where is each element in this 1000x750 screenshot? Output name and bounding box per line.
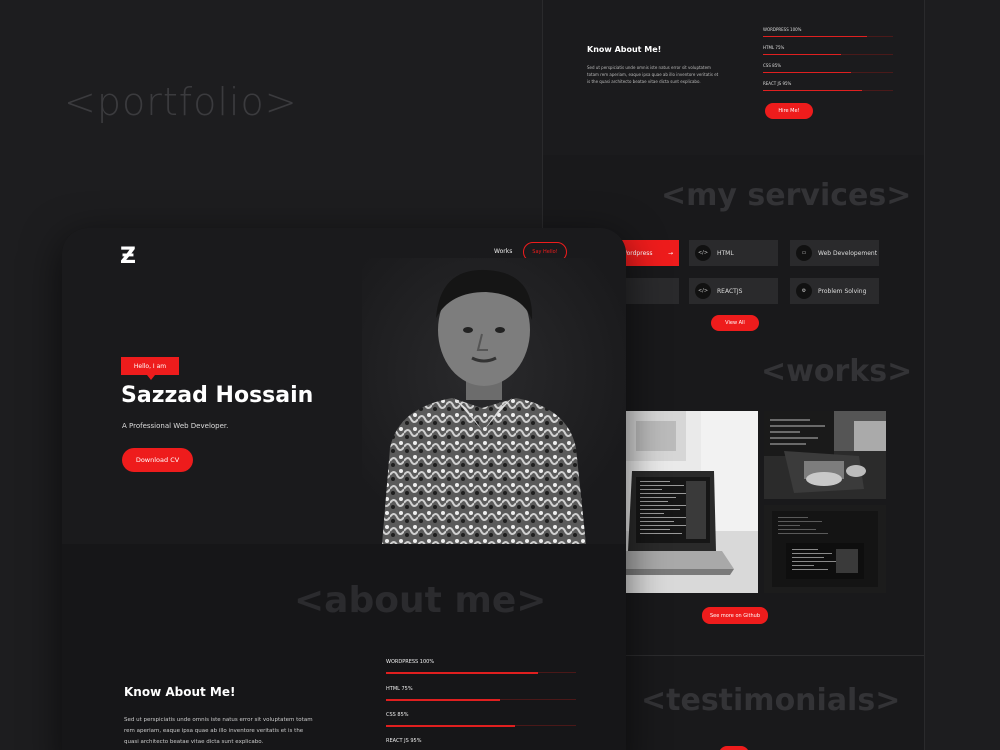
service-item-web-development[interactable]: ▭ Web Developement (790, 240, 879, 266)
skill-css: CSS 85% (386, 712, 576, 727)
testimonials-bg-title: <testimonials> (641, 683, 901, 718)
right-about-text: Sed ut perspiciatis unde omnis iste natu… (587, 65, 719, 84)
service-label: REACTJS (717, 287, 743, 295)
site-logo[interactable]: Ƶ (120, 244, 136, 269)
section-divider (613, 655, 924, 656)
testimonial-indicator (719, 746, 749, 750)
gear-icon: ⚙ (796, 283, 812, 299)
services-bg-title: <my services> (661, 178, 912, 213)
about-text: Sed ut perspiciatis unde omnis iste natu… (124, 717, 313, 745)
skill-track (386, 724, 576, 727)
portrait-image (362, 258, 626, 544)
arrow-right-icon: → (667, 249, 673, 257)
hero-section: Ƶ Works Say Hello! Hello, I am Sazzad Ho… (62, 228, 626, 544)
skill-track (386, 698, 576, 701)
skill-label: HTML 75% (386, 686, 413, 692)
hello-badge: Hello, I am (121, 357, 179, 380)
skill-label: WORDPRESS 100% (763, 27, 802, 32)
skill-fill (763, 54, 841, 55)
background-portfolio-title: <portfolio> (64, 80, 298, 124)
right-skill-html: HTML 75% (763, 45, 893, 55)
about-bg-title: <about me> (294, 580, 547, 621)
skill-fill (386, 671, 538, 674)
hero-portrait (362, 258, 626, 544)
dark-screen-image (764, 505, 886, 593)
work-thumbnail-coding[interactable] (764, 411, 886, 499)
skill-label: REACT JS 95% (763, 81, 792, 86)
work-thumbnail-laptop[interactable] (626, 411, 758, 593)
hire-me-button[interactable]: Hire Me! (765, 103, 813, 119)
right-skill-wordpress: WORDPRESS 100% (763, 27, 893, 37)
skill-label: CSS 85% (763, 63, 782, 68)
skill-track (763, 54, 893, 55)
coding-image (764, 411, 886, 499)
service-item-html[interactable]: </> HTML (689, 240, 778, 266)
skill-track (763, 36, 893, 37)
view-all-button[interactable]: View All (711, 315, 759, 331)
hero-subtitle: A Professional Web Developer. (122, 422, 229, 430)
github-button[interactable]: See more on Github (702, 607, 768, 624)
main-page-preview: Ƶ Works Say Hello! Hello, I am Sazzad Ho… (62, 228, 626, 750)
skill-label: WORDPRESS 100% (386, 659, 435, 665)
skill-label: CSS 85% (386, 712, 409, 718)
service-item-problem-solving[interactable]: ⚙ Problem Solving (790, 278, 879, 304)
skill-fill (386, 724, 516, 727)
skill-label: REACT JS 95% (386, 738, 422, 744)
skill-html: HTML 75% (386, 686, 576, 701)
about-title: Know About Me! (124, 685, 236, 699)
skill-track (763, 72, 893, 73)
skill-track (386, 671, 576, 674)
skill-fill (386, 698, 500, 701)
code-icon: </> (695, 283, 711, 299)
service-label: Web Developement (818, 249, 878, 257)
monitor-icon: ▭ (796, 245, 812, 261)
right-skill-react: REACT JS 95% (763, 81, 893, 91)
skill-fill (763, 72, 852, 73)
work-thumbnail-dark-screen[interactable] (764, 505, 886, 593)
laptop-image (626, 411, 758, 593)
works-bg-title: <works> (761, 354, 913, 389)
skill-track (763, 90, 893, 91)
skill-fill (763, 90, 862, 91)
nav-works-link[interactable]: Works (494, 248, 512, 255)
right-about-title: Know About Me! (587, 45, 662, 54)
hero-name: Sazzad Hossain (121, 383, 314, 408)
download-cv-button[interactable]: Download CV (122, 448, 193, 472)
service-label: HTML (717, 249, 734, 257)
code-icon: </> (695, 245, 711, 261)
skill-wordpress: WORDPRESS 100% (386, 659, 576, 674)
right-skill-css: CSS 85% (763, 63, 893, 73)
service-label: Problem Solving (818, 287, 867, 295)
service-item-reactjs[interactable]: </> REACTJS (689, 278, 778, 304)
skill-react: REACT JS 95% (386, 738, 576, 750)
skill-fill (763, 36, 867, 37)
skill-label: HTML 75% (763, 45, 785, 50)
right-about-section: Know About Me! Sed ut perspiciatis unde … (543, 0, 924, 155)
